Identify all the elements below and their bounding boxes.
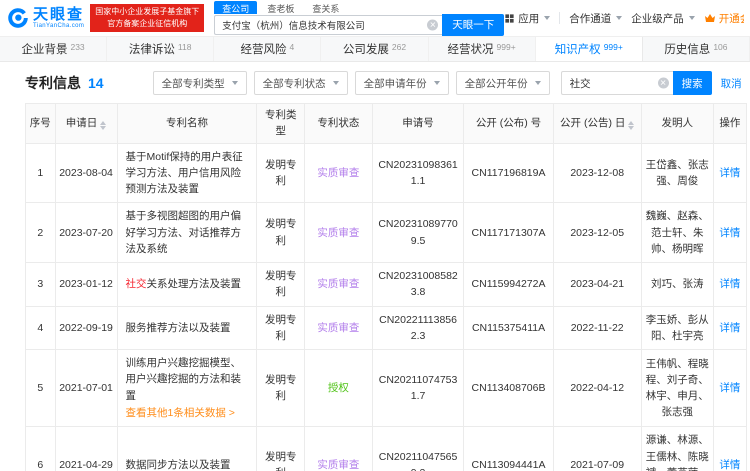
chevron-down-icon — [688, 16, 695, 20]
crown-icon — [704, 14, 715, 22]
menu-open-vip[interactable]: 开通会员 — [704, 11, 744, 26]
header-search: 查公司 查老板 查关系 ✕ 天眼一下 — [214, 0, 505, 36]
patent-name-cell: 服务推荐方法以及装置 — [116, 305, 258, 351]
col-patent-status: 专利状态 — [304, 103, 373, 144]
gov-certification-badge: 国家中小企业发展子基金旗下 官方备案企业征信机构 — [90, 4, 205, 32]
tab-operating[interactable]: 经营状况 999+ — [429, 37, 536, 61]
patent-name-cell: 训练用户兴趣挖掘模型、用户兴趣挖掘的方法和装置 查看其他1条相关数据 > — [116, 349, 258, 428]
status-badge: 实质审查 — [317, 166, 360, 179]
table-row: 2 2023-07-20 基于多视图超图的用户偏好学习方法、对话推荐方法及系统 … — [25, 202, 748, 264]
menu-enterprise-products[interactable]: 企业级产品 — [631, 11, 695, 26]
sort-icon[interactable] — [100, 121, 107, 131]
search-tab-relation[interactable]: 查关系 — [304, 1, 347, 14]
keyword-search-input[interactable] — [561, 72, 673, 94]
cancel-search-link[interactable]: 取消 — [721, 76, 742, 91]
table-row: 5 2021-07-01 训练用户兴趣挖掘模型、用户兴趣挖掘的方法和装置 查看其他… — [25, 349, 748, 428]
tab-history[interactable]: 历史信息 106 — [643, 37, 750, 61]
clear-icon[interactable]: ✕ — [657, 77, 669, 89]
patent-name-cell: 数据同步方法以及装置 — [116, 426, 258, 471]
chevron-down-icon — [616, 16, 623, 20]
keyword-search-button[interactable]: 搜索 — [672, 71, 712, 95]
patent-name-cell: 基于多视图超图的用户偏好学习方法、对话推荐方法及系统 — [116, 202, 258, 264]
col-no: 序号 — [25, 103, 56, 144]
search-tab-company[interactable]: 查公司 — [214, 0, 258, 14]
divider — [559, 12, 561, 24]
status-badge: 实质审查 — [317, 321, 360, 334]
company-search-input[interactable] — [215, 15, 443, 34]
detail-link[interactable]: 详情 — [719, 227, 740, 239]
chevron-down-icon — [231, 81, 238, 85]
filter-patent-type[interactable]: 全部专利类型 — [152, 71, 247, 95]
related-data-link[interactable]: 查看其他1条相关数据 > — [126, 405, 249, 421]
col-patent-name: 专利名称 — [116, 103, 258, 144]
col-publication-no: 公开 (公布) 号 — [463, 103, 554, 144]
col-patent-type: 专利类型 — [256, 103, 305, 144]
filter-apply-year[interactable]: 全部申请年份 — [354, 71, 449, 95]
tab-risk[interactable]: 经营风险 4 — [214, 37, 322, 61]
tianyancha-logo-icon — [8, 8, 28, 28]
patent-name-cell: 社交关系处理方法及装置 — [116, 262, 258, 307]
keyword-highlight: 社交 — [125, 278, 147, 291]
col-action: 操作 — [712, 103, 748, 144]
status-badge: 授权 — [327, 382, 349, 395]
patent-table-wrap: 序号 申请日 专利名称 专利类型 专利状态 申请号 公开 (公布) 号 公开 (… — [0, 103, 750, 471]
patent-table: 序号 申请日 专利名称 专利类型 专利状态 申请号 公开 (公布) 号 公开 (… — [25, 103, 748, 471]
clear-icon[interactable]: ✕ — [427, 19, 439, 30]
top-header: 天眼查 TianYanCha.com 国家中小企业发展子基金旗下 官方备案企业征… — [0, 0, 750, 36]
col-publication-date[interactable]: 公开 (公告) 日 — [552, 103, 642, 144]
logo-title: 天眼查 — [33, 6, 85, 23]
col-application-no: 申请号 — [371, 103, 465, 144]
search-submit-button[interactable]: 天眼一下 — [442, 13, 505, 36]
detail-link[interactable]: 详情 — [719, 382, 740, 394]
patent-toolbar: 专利信息 14 全部专利类型 全部专利状态 全部申请年份 全部公开年份 ✕ 搜索… — [0, 62, 750, 103]
filter-publish-year[interactable]: 全部公开年份 — [455, 71, 550, 95]
section-title: 专利信息 — [25, 75, 81, 91]
table-header-row: 序号 申请日 专利名称 专利类型 专利状态 申请号 公开 (公布) 号 公开 (… — [25, 103, 748, 144]
filter-patent-status[interactable]: 全部专利状态 — [253, 71, 348, 95]
table-row: 1 2023-08-04 基于Motif保持的用户表征学习方法、用户信用风险预测… — [25, 142, 748, 204]
menu-apps[interactable]: 应用 — [504, 11, 551, 26]
col-apply-date[interactable]: 申请日 — [54, 103, 118, 144]
detail-link[interactable]: 详情 — [719, 459, 740, 471]
top-menu: 应用 合作通道 企业级产品 开通会员 超级... — [504, 11, 744, 26]
chevron-down-icon — [332, 81, 339, 85]
detail-link[interactable]: 详情 — [719, 322, 740, 334]
company-section-tabs: 企业背景 233 法律诉讼 118 经营风险 4 公司发展 262 经营状况 999+ 知… — [0, 36, 750, 62]
tab-development[interactable]: 公司发展 262 — [321, 37, 429, 61]
table-row: 3 2023-01-12 社交关系处理方法及装置 发明专利 实质审查 CN202… — [25, 262, 748, 307]
sort-icon[interactable] — [628, 121, 635, 131]
table-row: 6 2021-04-29 数据同步方法以及装置 发明专利 实质审查 CN2021… — [25, 426, 748, 471]
menu-cooperation[interactable]: 合作通道 — [569, 11, 623, 26]
detail-link[interactable]: 详情 — [719, 278, 740, 290]
col-inventors: 发明人 — [640, 103, 714, 144]
patent-count: 14 — [88, 75, 104, 91]
tab-intellectual-property[interactable]: 知识产权 999+ — [535, 37, 643, 61]
apps-grid-icon — [505, 13, 514, 23]
detail-link[interactable]: 详情 — [719, 167, 740, 179]
tab-background[interactable]: 企业背景 233 — [0, 37, 108, 61]
chevron-down-icon — [544, 16, 551, 20]
logo-domain: TianYanCha.com — [33, 23, 85, 29]
chevron-down-icon — [534, 81, 541, 85]
tianyancha-logo[interactable]: 天眼查 TianYanCha.com — [6, 6, 84, 30]
tab-legal[interactable]: 法律诉讼 118 — [107, 37, 215, 61]
status-badge: 实质审查 — [317, 226, 360, 239]
status-badge: 实质审查 — [317, 278, 360, 291]
chevron-down-icon — [433, 81, 440, 85]
patent-name-cell: 基于Motif保持的用户表征学习方法、用户信用风险预测方法及装置 — [116, 142, 258, 204]
table-row: 4 2022-09-19 服务推荐方法以及装置 发明专利 实质审查 CN2022… — [25, 305, 748, 351]
status-badge: 实质审查 — [317, 458, 360, 471]
search-tab-boss[interactable]: 查老板 — [259, 1, 302, 14]
